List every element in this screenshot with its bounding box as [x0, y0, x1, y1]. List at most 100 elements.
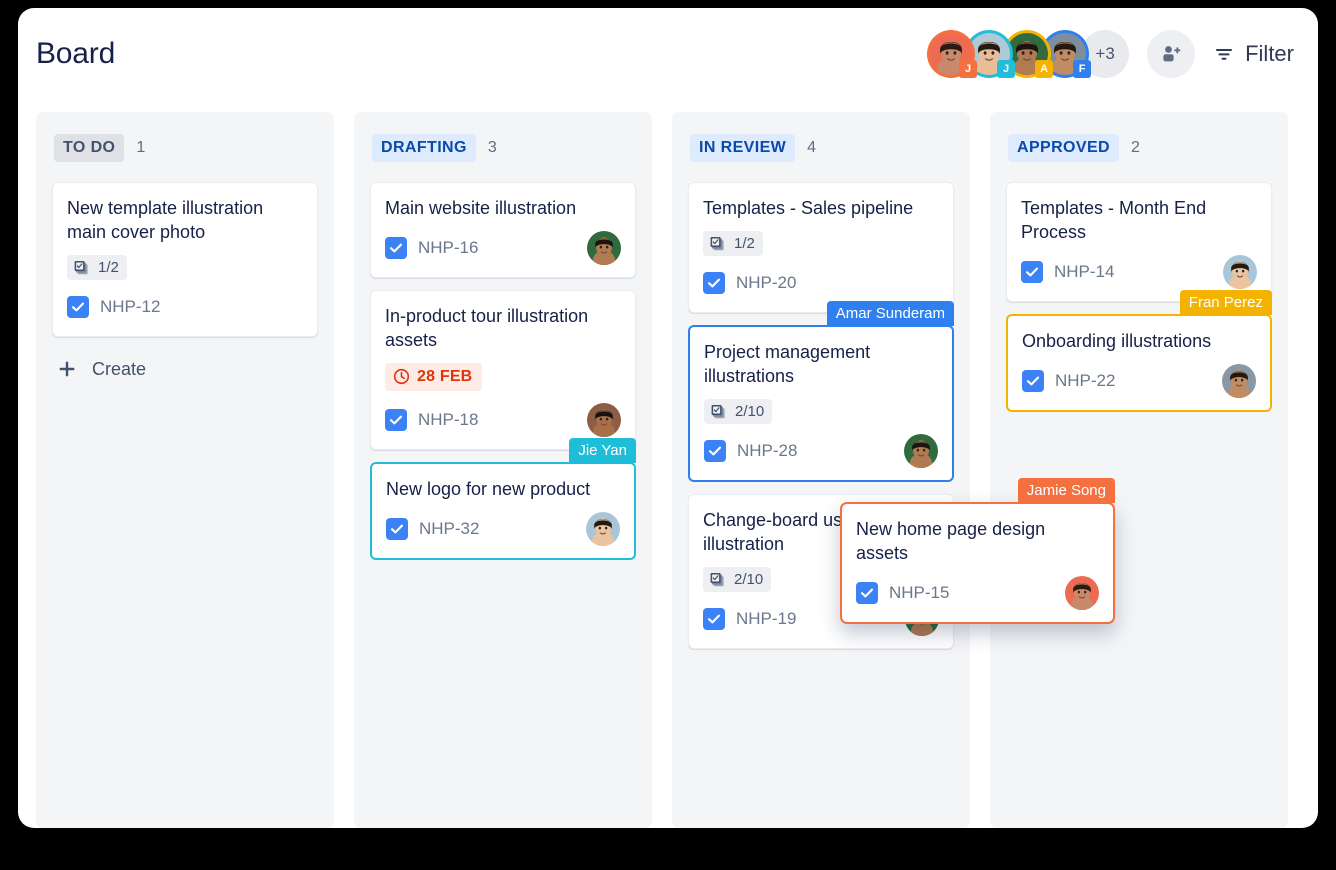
card-due-date-badge[interactable]: 28 FEB [385, 362, 483, 391]
card-key-row: NHP-28 [704, 439, 798, 462]
filter-icon [1216, 49, 1233, 60]
card-subtask-count: 2/10 [734, 570, 764, 588]
add-person-button[interactable] [1147, 30, 1196, 78]
card-assignee-avatar[interactable] [1222, 363, 1256, 398]
avatar-stack[interactable]: J J A F +3 [927, 30, 1130, 78]
card-title: New logo for new product [386, 478, 591, 499]
card-subtask-badge[interactable]: 2/10 [704, 398, 773, 424]
task-type-checkbox-icon[interactable] [1022, 369, 1044, 392]
card-footer: NHP-12 [67, 290, 303, 324]
task-type-checkbox-icon[interactable] [703, 271, 725, 294]
card-key: NHP-18 [418, 409, 479, 429]
page-title: Board [36, 37, 116, 70]
task-type-checkbox-icon[interactable] [385, 408, 407, 431]
column-card-count: 4 [807, 139, 817, 156]
subtask-stack-icon [711, 404, 725, 419]
card-subtask-badge[interactable]: 1/2 [67, 254, 127, 280]
header-avatar[interactable]: J [927, 30, 978, 78]
avatar-initial-badge: J [959, 60, 978, 78]
column-title-badge: DRAFTING [372, 134, 476, 162]
dragged-card-avatar[interactable] [1065, 575, 1099, 610]
card-footer: NHP-18 [385, 402, 621, 437]
card-key-row: NHP-18 [385, 408, 479, 431]
dragged-card-name-tag: Jamie Song [1017, 478, 1115, 503]
card-key: NHP-19 [736, 608, 797, 628]
card-title: Onboarding illustrations [1022, 330, 1212, 351]
column-header: DRAFTING 3 [370, 134, 636, 162]
board-card[interactable]: Fran Perez Onboarding illustrations NHP-22 [1006, 289, 1272, 412]
card-key: NHP-22 [1055, 370, 1116, 390]
card-key: NHP-16 [418, 237, 479, 257]
subtask-stack-icon [710, 572, 724, 586]
board-header: Board J J A F +3 Filter [18, 8, 1318, 100]
clock-icon [393, 369, 410, 385]
board-card[interactable]: Main website illustration NHP-16 [370, 182, 636, 278]
card-title: Templates - Sales pipeline [703, 198, 914, 218]
card-assignee-avatar[interactable] [587, 230, 621, 265]
dragged-card-title: New home page design assets [856, 519, 1046, 563]
filter-label: Filter [1245, 41, 1294, 66]
card-key-row: NHP-12 [67, 295, 161, 318]
card-title: In-product tour illustration assets [385, 305, 589, 350]
card-title: Main website illustration [385, 198, 577, 218]
board-card[interactable]: Amar Sunderam Project management illustra… [688, 300, 954, 482]
card-subtask-badge[interactable]: 1/2 [703, 230, 763, 256]
dragged-card-footer: NHP-15 [856, 575, 1099, 610]
board-column-todo: TO DO 1 New template illustration main cov… [36, 112, 334, 828]
header-actions: J J A F +3 Filter [927, 30, 1300, 78]
dragged-card[interactable]: Jamie Song New home page design assets N… [840, 478, 1115, 624]
card-footer: NHP-32 [386, 511, 620, 546]
card-assignee-name-tag: Jie Yan [569, 437, 636, 463]
column-card-count: 1 [136, 139, 146, 156]
card-key-row: NHP-16 [385, 236, 479, 259]
card-key: NHP-28 [737, 440, 798, 460]
task-type-checkbox-icon[interactable] [385, 236, 407, 259]
card-assignee-name-tag: Fran Perez [1179, 289, 1272, 315]
column-header: APPROVED 2 [1006, 134, 1272, 162]
task-type-checkbox-icon[interactable] [1021, 260, 1043, 283]
card-due-date-text: 28 FEB [417, 367, 473, 385]
board-card[interactable]: Jie Yan New logo for new product NHP-32 [370, 437, 636, 560]
subtask-stack-icon [74, 260, 88, 275]
board-card[interactable]: Templates - Sales pipeline 1/2 NHP-20 [688, 182, 954, 313]
task-type-checkbox-icon[interactable] [386, 517, 408, 540]
card-footer: NHP-20 [703, 266, 939, 300]
card-subtask-count: 1/2 [98, 258, 119, 276]
card-assignee-avatar[interactable] [904, 433, 938, 468]
plus-icon [59, 361, 75, 377]
board-card[interactable]: New template illustration main cover pho… [52, 182, 318, 337]
card-key-row: NHP-32 [386, 517, 480, 540]
task-type-checkbox-icon[interactable] [704, 439, 726, 462]
avatar-initial-badge: J [997, 60, 1016, 78]
column-title-badge: APPROVED [1008, 134, 1119, 162]
card-title: New template illustration main cover pho… [67, 198, 264, 242]
card-assignee-avatar[interactable] [586, 511, 620, 546]
card-footer: NHP-22 [1022, 363, 1256, 398]
dragged-card-key-row: NHP-15 [856, 581, 950, 604]
add-person-icon [1163, 46, 1181, 62]
card-assignee-name-tag: Amar Sunderam [826, 300, 954, 326]
board-card[interactable]: In-product tour illustration assets 28 FE… [370, 289, 636, 450]
filter-button[interactable]: Filter [1213, 41, 1300, 67]
card-subtask-badge[interactable]: 2/10 [703, 566, 772, 592]
card-key: NHP-12 [100, 296, 161, 316]
card-assignee-avatar[interactable] [1223, 254, 1257, 289]
board-app: Board J J A F +3 Filter TO DO 1 New temp… [18, 8, 1318, 828]
card-key-row: NHP-19 [703, 607, 797, 630]
board-column-drafting: DRAFTING 3 Main website illustration NHP-16… [354, 112, 652, 828]
create-card-button[interactable]: Create [52, 349, 150, 384]
board-column-approved: APPROVED 2 Templates - Month End Process NH… [990, 112, 1288, 828]
card-subtask-count: 2/10 [735, 402, 765, 420]
dragged-card-key: NHP-15 [889, 582, 950, 602]
card-key: NHP-14 [1054, 261, 1115, 281]
avatar-initial-badge: F [1073, 60, 1092, 78]
task-type-checkbox-icon[interactable] [67, 295, 89, 318]
column-header: TO DO 1 [52, 134, 318, 162]
column-header: IN REVIEW 4 [688, 134, 954, 162]
task-type-checkbox-icon[interactable] [703, 607, 725, 630]
card-assignee-avatar[interactable] [587, 402, 621, 437]
avatar-initial-badge: A [1035, 60, 1054, 78]
card-key: NHP-32 [419, 518, 480, 538]
board-card[interactable]: Templates - Month End Process NHP-14 [1006, 182, 1272, 302]
task-type-checkbox-icon[interactable] [856, 581, 878, 604]
